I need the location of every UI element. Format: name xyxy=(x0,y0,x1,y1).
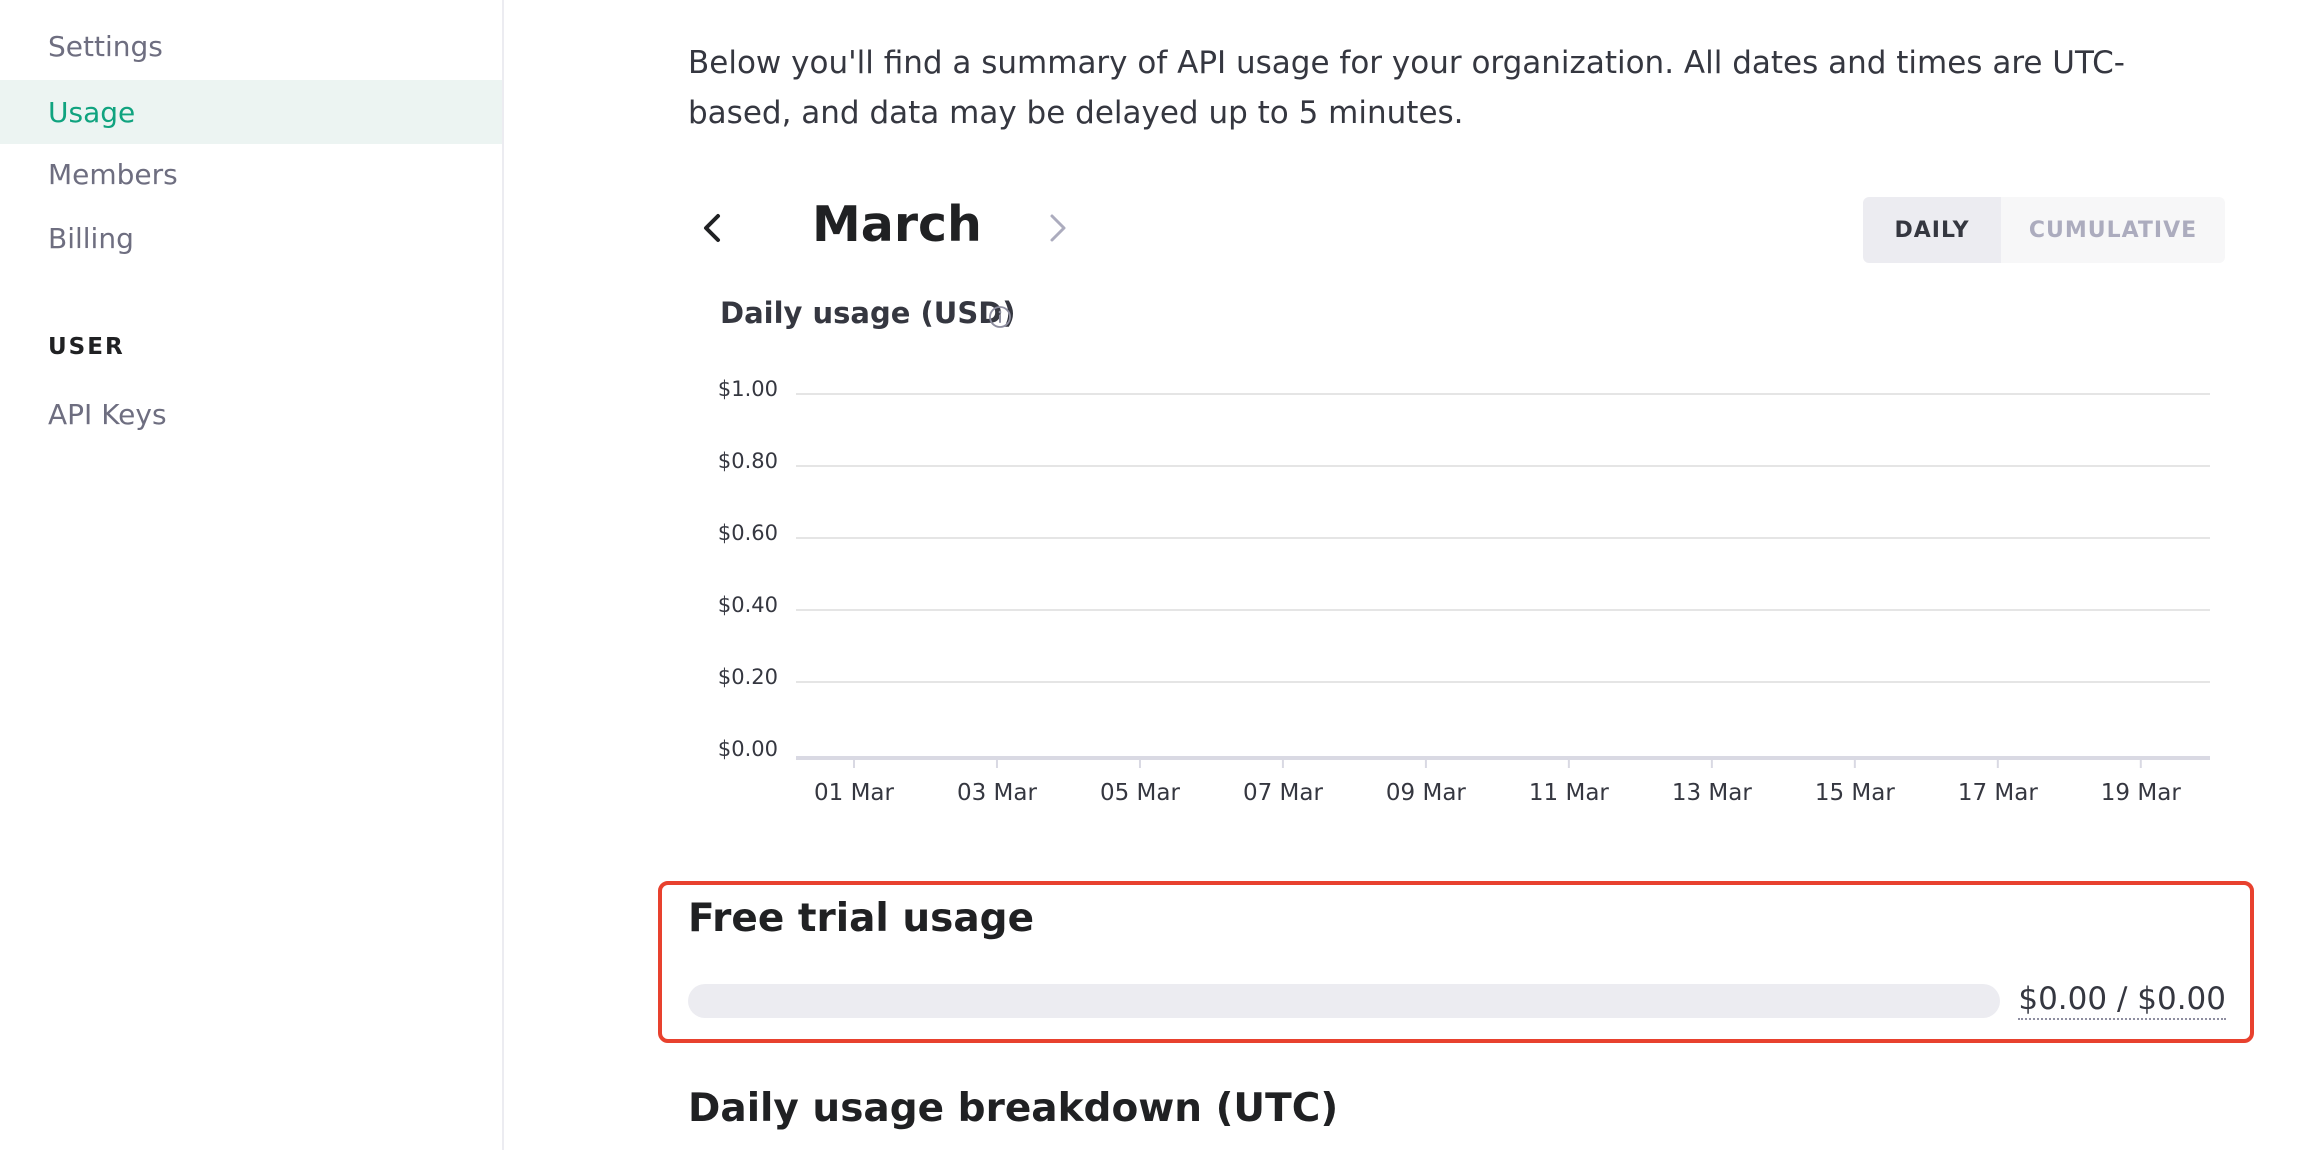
sidebar-section-user: USER xyxy=(48,334,125,360)
y-tick-label: $0.80 xyxy=(718,449,778,473)
x-tick-label: 05 Mar xyxy=(1100,780,1181,806)
daily-usage-chart: $1.00 $0.80 $0.60 $0.40 $0.20 $0.00 01 Mar 03 … xyxy=(718,377,2210,806)
month-title: March xyxy=(812,196,982,253)
sidebar-item-label: API Keys xyxy=(48,397,167,431)
x-tick-label: 17 Mar xyxy=(1958,780,2039,806)
chart-grid xyxy=(796,393,2210,683)
x-tick-label: 01 Mar xyxy=(814,780,895,806)
y-axis: $1.00 $0.80 $0.60 $0.40 $0.20 $0.00 xyxy=(718,377,778,761)
x-tick-label: 09 Mar xyxy=(1386,780,1467,806)
x-tick-label: 13 Mar xyxy=(1672,780,1753,806)
y-tick-label: $0.60 xyxy=(718,521,778,545)
free-trial-title: Free trial usage xyxy=(688,896,1035,941)
sidebar-item-label: Members xyxy=(48,157,178,191)
chevron-left-icon xyxy=(704,214,720,242)
x-tick-label: 15 Mar xyxy=(1815,780,1896,806)
y-tick-label: $1.00 xyxy=(718,377,778,401)
y-tick-label: $0.40 xyxy=(718,593,778,617)
info-icon[interactable] xyxy=(988,305,1012,329)
y-tick-label: $0.00 xyxy=(718,737,778,761)
y-tick-label: $0.20 xyxy=(718,665,778,689)
cumulative-toggle-button[interactable]: CUMULATIVE xyxy=(2001,197,2225,263)
x-tick-label: 03 Mar xyxy=(957,780,1038,806)
sidebar-item-usage[interactable]: Usage xyxy=(0,80,502,144)
free-trial-amount[interactable]: $0.00 / $0.00 xyxy=(2018,980,2226,1020)
sidebar-item-label: Billing xyxy=(48,221,134,255)
intro-text: Below you'll find a summary of API usage… xyxy=(688,45,2125,131)
sidebar-item-api-keys[interactable]: API Keys xyxy=(0,382,502,446)
sidebar-item-members[interactable]: Members xyxy=(0,142,502,206)
x-axis: 01 Mar 03 Mar 05 Mar 07 Mar 09 Mar 11 Mar 13 M… xyxy=(796,756,2210,806)
view-toggle: DAILY CUMULATIVE xyxy=(1863,197,2225,263)
sidebar-item-label: Settings xyxy=(48,29,163,63)
sidebar-item-settings[interactable]: Settings xyxy=(0,14,502,78)
daily-toggle-button[interactable]: DAILY xyxy=(1863,197,2001,263)
sidebar-item-billing[interactable]: Billing xyxy=(0,206,502,270)
breakdown-title: Daily usage breakdown (UTC) xyxy=(688,1086,1339,1131)
x-tick-label: 11 Mar xyxy=(1529,780,1610,806)
sidebar-item-label: Usage xyxy=(48,95,136,129)
x-tick-label: 19 Mar xyxy=(2101,780,2182,806)
next-month-button[interactable] xyxy=(1040,206,1076,250)
previous-month-button[interactable] xyxy=(694,206,730,250)
chevron-right-icon xyxy=(1050,214,1066,242)
sidebar: Settings Usage Members Billing USER API … xyxy=(0,0,504,1150)
chart-title: Daily usage (USD) xyxy=(720,296,1016,330)
free-trial-progress-bar xyxy=(688,984,2000,1018)
x-tick-label: 07 Mar xyxy=(1243,780,1324,806)
